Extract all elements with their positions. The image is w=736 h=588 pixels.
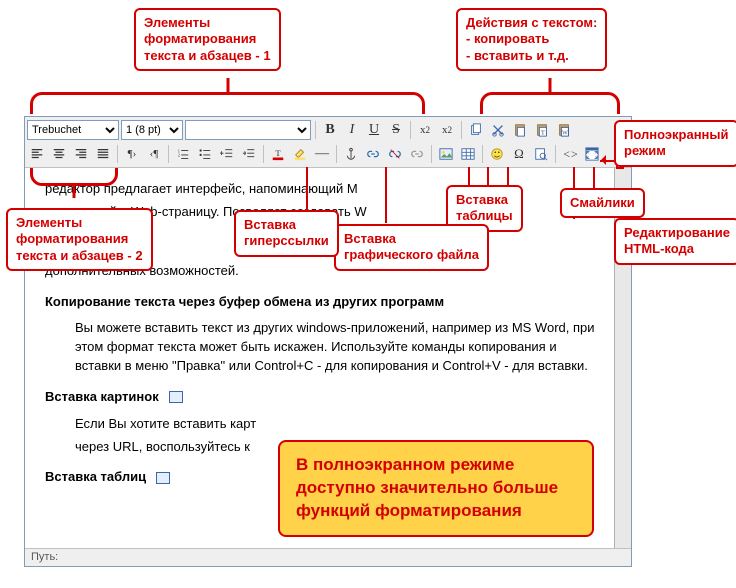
content-heading: Копирование текста через буфер обмена из… xyxy=(45,293,595,312)
subscript-button[interactable]: x2 xyxy=(415,120,435,140)
outdent-button[interactable] xyxy=(217,144,237,164)
brace-text-actions xyxy=(480,92,620,114)
rtl-button[interactable]: ‹¶ xyxy=(144,144,164,164)
indent-button[interactable] xyxy=(239,144,259,164)
table-icon xyxy=(461,147,475,161)
bg-color-icon xyxy=(293,147,307,161)
svg-text:T: T xyxy=(541,130,545,136)
cut-icon xyxy=(491,123,505,137)
indent-icon xyxy=(242,147,256,161)
text-color-icon: T xyxy=(271,147,285,161)
paste-text-button[interactable]: T xyxy=(532,120,552,140)
callout-format-2: Элементы форматирования текста и абзацев… xyxy=(6,208,153,271)
cut-button[interactable] xyxy=(488,120,508,140)
anchor-button[interactable] xyxy=(341,144,361,164)
bold-button[interactable]: B xyxy=(320,120,340,140)
italic-button[interactable]: I xyxy=(342,120,362,140)
brace-format-2 xyxy=(30,168,118,186)
nolink-button[interactable] xyxy=(407,144,427,164)
image-icon xyxy=(439,147,453,161)
text-color-button[interactable]: T xyxy=(268,144,288,164)
callout-smiley: Смайлики xyxy=(560,188,645,218)
svg-text:T: T xyxy=(275,148,281,158)
content-paragraph: Вы можете вставить текст из других windo… xyxy=(75,319,595,376)
hr-button[interactable]: — xyxy=(312,144,332,164)
content-paragraph: Если Вы хотите вставить карт xyxy=(75,415,595,434)
content-heading: Вставка картинок xyxy=(45,388,595,407)
unlink-icon xyxy=(388,147,402,161)
ordered-list-icon: 12 xyxy=(176,147,190,161)
callout-html: Редактирование HTML-кода xyxy=(614,218,736,265)
paste-text-icon: T xyxy=(535,123,549,137)
align-left-icon xyxy=(30,147,44,161)
align-justify-button[interactable] xyxy=(93,144,113,164)
ordered-list-button[interactable]: 12 xyxy=(173,144,193,164)
tip-fullscreen: В полноэкранном режиме доступно значител… xyxy=(278,440,594,537)
callout-format-1: Элементы форматирования текста и абзацев… xyxy=(134,8,281,71)
html-button[interactable]: < > xyxy=(560,144,580,164)
align-left-button[interactable] xyxy=(27,144,47,164)
toolbar-row-2: ¶› ‹¶ 12 T — Ω < > xyxy=(27,143,629,165)
table-button[interactable] xyxy=(458,144,478,164)
copy-button[interactable] xyxy=(466,120,486,140)
paste-word-icon: W xyxy=(557,123,571,137)
align-center-icon xyxy=(52,147,66,161)
anchor-icon xyxy=(344,147,358,161)
special-char-button[interactable]: Ω xyxy=(509,144,529,164)
unordered-list-button[interactable] xyxy=(195,144,215,164)
align-justify-icon xyxy=(96,147,110,161)
link-icon xyxy=(366,147,380,161)
search-button[interactable] xyxy=(531,144,551,164)
status-bar: Путь: xyxy=(25,548,631,566)
callout-image: Вставка графического файла xyxy=(334,224,489,271)
search-icon xyxy=(534,147,548,161)
style-select[interactable] xyxy=(185,120,311,140)
copy-icon xyxy=(469,123,483,137)
underline-button[interactable]: U xyxy=(364,120,384,140)
image-icon xyxy=(169,391,183,403)
align-right-icon xyxy=(74,147,88,161)
callout-text-actions: Действия с текстом: - копировать - встав… xyxy=(456,8,607,71)
smiley-button[interactable] xyxy=(487,144,507,164)
svg-text:2: 2 xyxy=(178,153,180,158)
paste-button[interactable] xyxy=(510,120,530,140)
outdent-icon xyxy=(220,147,234,161)
callout-fullscreen: Полноэкранный режим xyxy=(614,120,736,167)
brace-format-1 xyxy=(30,92,425,114)
font-select[interactable]: Trebuchet xyxy=(27,120,119,140)
callout-link: Вставка гиперссылки xyxy=(234,210,339,257)
toolbar: Trebuchet 1 (8 pt) B I U S x2 x2 T W ¶› xyxy=(25,117,631,168)
paste-icon xyxy=(513,123,527,137)
link-button[interactable] xyxy=(363,144,383,164)
bg-color-button[interactable] xyxy=(290,144,310,164)
size-select[interactable]: 1 (8 pt) xyxy=(121,120,183,140)
svg-text:W: W xyxy=(562,130,568,136)
strike-button[interactable]: S xyxy=(386,120,406,140)
align-center-button[interactable] xyxy=(49,144,69,164)
superscript-button[interactable]: x2 xyxy=(437,120,457,140)
toolbar-row-1: Trebuchet 1 (8 pt) B I U S x2 x2 T W xyxy=(27,119,629,141)
unlink-button[interactable] xyxy=(385,144,405,164)
ltr-button[interactable]: ¶› xyxy=(122,144,142,164)
smiley-icon xyxy=(490,147,504,161)
nolink-icon xyxy=(410,147,424,161)
image-button[interactable] xyxy=(436,144,456,164)
paste-word-button[interactable]: W xyxy=(554,120,574,140)
table-icon xyxy=(156,472,170,484)
unordered-list-icon xyxy=(198,147,212,161)
align-right-button[interactable] xyxy=(71,144,91,164)
